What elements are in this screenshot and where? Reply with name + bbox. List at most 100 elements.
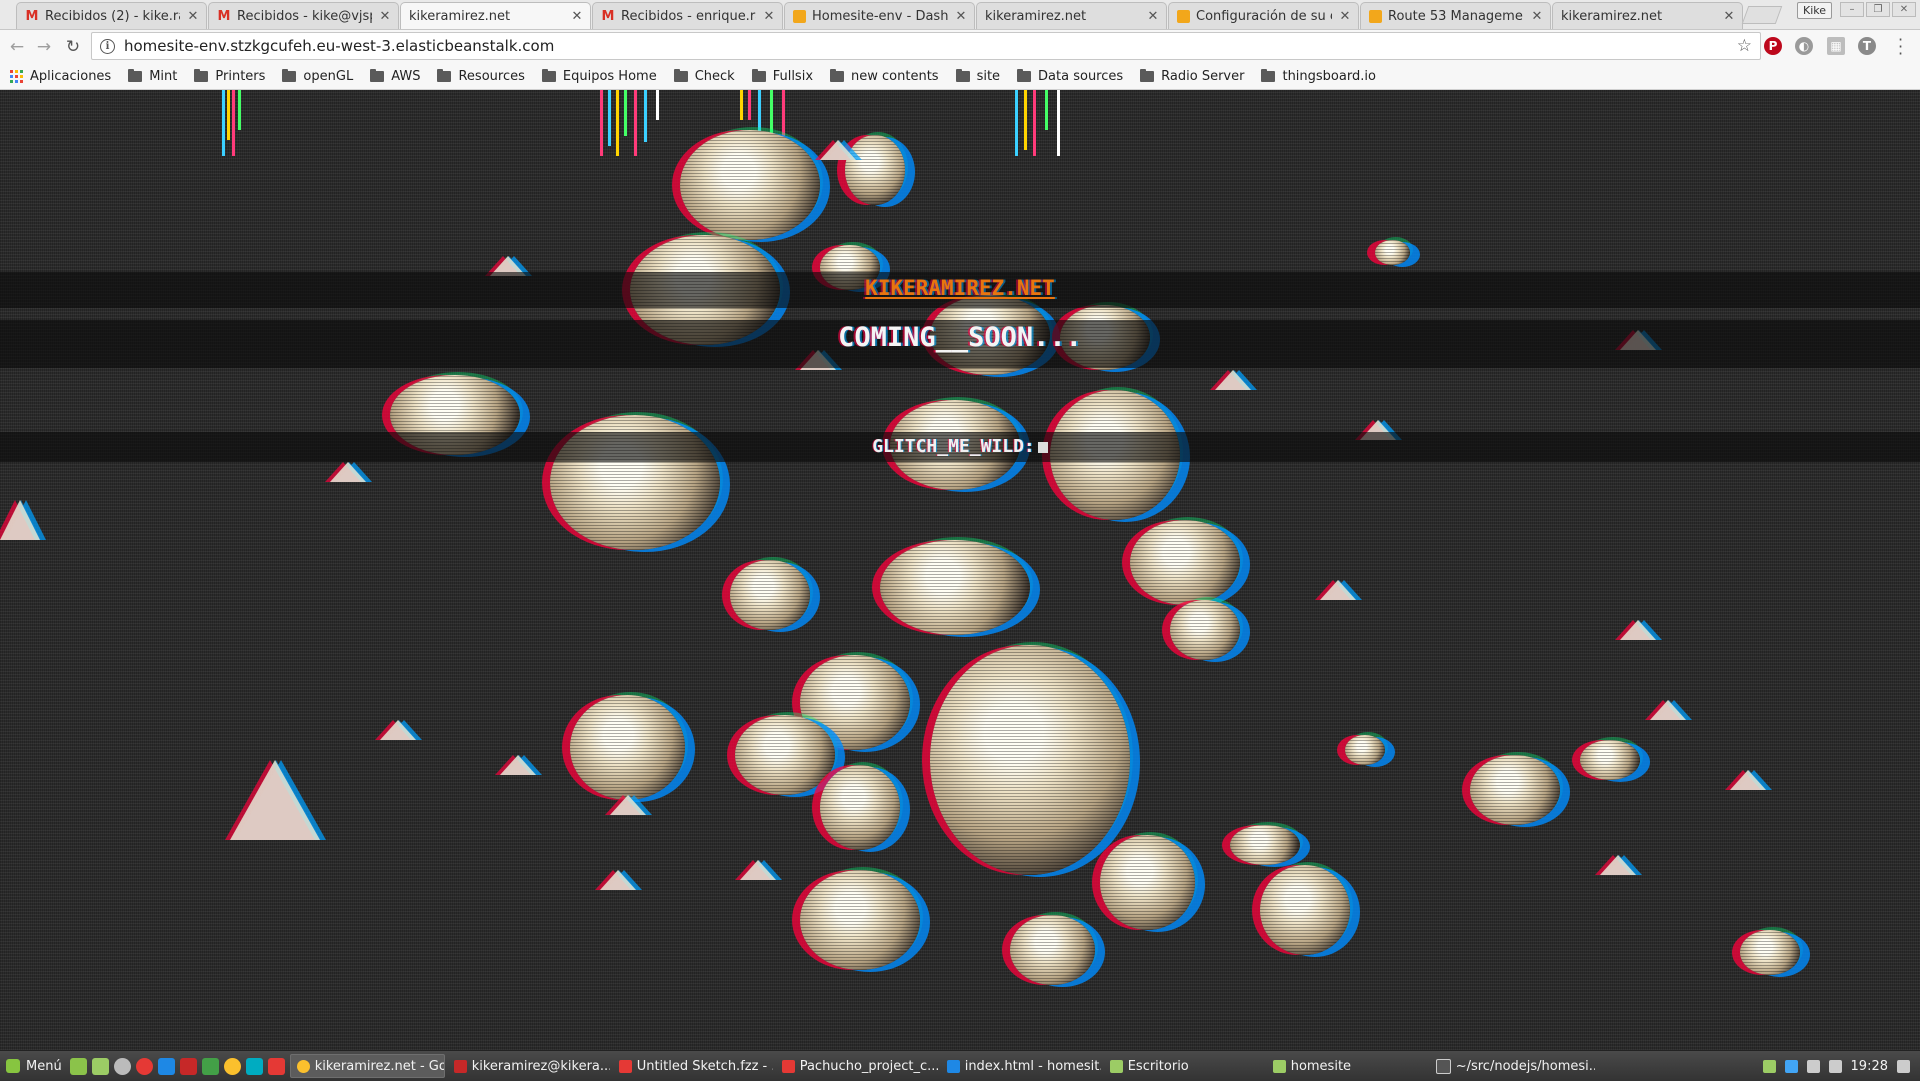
fritzing-icon[interactable] — [267, 1057, 285, 1075]
taskbar-window-label: kikeramirez.net - Go... — [314, 1058, 445, 1074]
tab-gmail-kike-ramirez[interactable]: M Recibidos (2) - kike.ramirez ✕ — [16, 2, 207, 29]
taskbar-window-homesite[interactable]: homesite — [1267, 1054, 1427, 1078]
minimize-button[interactable]: – — [1840, 2, 1864, 17]
glitch-orb — [1170, 600, 1240, 660]
shield-icon[interactable] — [1762, 1059, 1776, 1073]
volume-icon[interactable] — [1897, 1059, 1910, 1073]
glitch-orb — [735, 715, 835, 795]
site-name-link[interactable]: KIKERAMIREZ.NET — [0, 276, 1920, 300]
forward-button[interactable]: → — [33, 36, 55, 58]
mint-logo-icon — [6, 1059, 20, 1073]
tab-gmail-enrique[interactable]: M Recibidos - enrique.ramirez ✕ — [592, 2, 783, 29]
bluetooth-icon[interactable] — [1784, 1059, 1798, 1073]
bookmark-folder-fullsix[interactable]: Fullsix — [751, 69, 813, 84]
close-icon[interactable]: ✕ — [762, 9, 776, 24]
glitch-orb — [1010, 915, 1095, 985]
bookmark-folder-data-sources[interactable]: Data sources — [1017, 69, 1123, 84]
close-icon[interactable]: ✕ — [954, 9, 968, 24]
close-icon[interactable]: ✕ — [1722, 9, 1736, 24]
glitch-me-wild-line: GLITCH_ME_WILD: — [0, 436, 1920, 457]
close-icon[interactable]: ✕ — [186, 9, 200, 24]
extension-grid-icon[interactable]: ▦ — [1827, 37, 1845, 55]
taskbar-window-fritzing-sketch[interactable]: Untitled Sketch.fzz - ... — [613, 1054, 773, 1078]
glitch-shard — [1620, 620, 1656, 640]
sublime-icon[interactable] — [201, 1057, 219, 1075]
bookmarks-bar: Aplicaciones Mint Printers openGL AWS Re… — [0, 64, 1920, 90]
bookmark-folder-equipos-home[interactable]: Equipos Home — [541, 69, 657, 84]
taskbar-window-chrome[interactable]: kikeramirez.net - Go... — [289, 1054, 445, 1078]
taskbar-window-fritzing-project[interactable]: Pachucho_project_c... — [776, 1054, 938, 1078]
tab-homesite-dashboard[interactable]: Homesite-env - Dashboard ✕ — [784, 2, 975, 29]
bookmark-star-icon[interactable]: ☆ — [1737, 36, 1752, 56]
profile-button[interactable]: Kike — [1797, 2, 1833, 19]
tab-title: Configuración de su entorno — [1196, 8, 1332, 24]
close-icon[interactable]: ✕ — [570, 9, 584, 24]
url-text[interactable]: homesite-env.stzkgcufeh.eu-west-3.elasti… — [124, 37, 554, 55]
tab-configuracion-entorno[interactable]: Configuración de su entorno ✕ — [1168, 2, 1359, 29]
info-icon[interactable]: i — [100, 38, 115, 54]
terminal-red-icon[interactable] — [179, 1057, 197, 1075]
translate-extension-icon[interactable]: T — [1858, 37, 1876, 55]
new-tab-button[interactable] — [1741, 6, 1783, 24]
page-canvas: KIKERAMIREZ.NET COMING__SOON... GLITCH_M… — [0, 90, 1920, 1050]
user-icon[interactable] — [1806, 1059, 1820, 1073]
bookmark-apps[interactable]: Aplicaciones — [10, 69, 111, 84]
taskbar-window-escritorio[interactable]: Escritorio — [1104, 1054, 1264, 1078]
bookmark-label: Resources — [458, 69, 525, 84]
close-icon[interactable]: ✕ — [1338, 9, 1352, 24]
tab-title: kikeramirez.net — [409, 8, 511, 24]
bookmark-folder-radio-server[interactable]: Radio Server — [1140, 69, 1244, 84]
close-window-button[interactable]: ✕ — [1892, 2, 1916, 17]
start-menu-button[interactable]: Menú — [0, 1059, 70, 1074]
bookmark-folder-printers[interactable]: Printers — [194, 69, 265, 84]
maximize-button[interactable]: ❐ — [1866, 2, 1890, 17]
bookmark-folder-site[interactable]: site — [955, 69, 1000, 84]
bookmark-folder-new-contents[interactable]: new contents — [830, 69, 939, 84]
bookmark-folder-thingsboard[interactable]: thingsboard.io — [1261, 69, 1376, 84]
chrome-icon[interactable] — [223, 1057, 241, 1075]
taskbar-window-terminal[interactable]: kikeramirez@kikera... — [448, 1054, 610, 1078]
pinterest-extension-icon[interactable]: P — [1764, 37, 1782, 55]
tab-kikeramirez-3[interactable]: kikeramirez.net ✕ — [1552, 2, 1743, 29]
folder-icon — [955, 69, 970, 82]
bookmark-label: openGL — [303, 69, 354, 84]
tab-kikeramirez-2[interactable]: kikeramirez.net ✕ — [976, 2, 1167, 29]
vscode-icon[interactable] — [157, 1057, 175, 1075]
bookmark-folder-check[interactable]: Check — [673, 69, 735, 84]
tab-gmail-vjspain[interactable]: M Recibidos - kike@vjspain ✕ — [208, 2, 399, 29]
browser-menu-button[interactable]: · · · — [1898, 32, 1903, 62]
network-icon[interactable] — [1828, 1059, 1842, 1073]
taskbar-window-label: index.html - homesit... — [964, 1058, 1101, 1074]
close-icon[interactable]: ✕ — [378, 9, 392, 24]
taskbar-window-label: Untitled Sketch.fzz - ... — [636, 1058, 773, 1074]
address-bar[interactable]: i homesite-env.stzkgcufeh.eu-west-3.elas… — [91, 32, 1761, 60]
close-icon[interactable]: ✕ — [1146, 9, 1160, 24]
folder-icon — [437, 69, 452, 82]
glitch-orb — [1230, 825, 1300, 865]
aws-icon — [1177, 9, 1190, 23]
folder-icon — [1261, 69, 1276, 82]
extension-icon[interactable]: ◐ — [1795, 37, 1813, 55]
close-icon[interactable]: ✕ — [1530, 9, 1544, 24]
record-app-icon[interactable] — [135, 1057, 153, 1075]
bookmark-label: Check — [694, 69, 735, 84]
arduino-icon[interactable] — [245, 1057, 263, 1075]
file-manager-icon[interactable] — [91, 1057, 109, 1075]
taskbar-window-vscode[interactable]: index.html - homesit... — [941, 1054, 1101, 1078]
bookmark-label: AWS — [391, 69, 421, 84]
tab-route53[interactable]: Route 53 Management ✕ — [1360, 2, 1551, 29]
arrow-right-icon: → — [36, 37, 52, 57]
reload-button[interactable]: ↻ — [62, 36, 84, 58]
bookmark-folder-aws[interactable]: AWS — [370, 69, 420, 84]
bookmark-folder-opengl[interactable]: openGL — [282, 69, 353, 84]
taskbar-window-terminal-src[interactable]: ~/src/nodejs/homesi... — [1430, 1054, 1595, 1078]
tab-kikeramirez-active[interactable]: kikeramirez.net ✕ — [400, 2, 591, 29]
show-desktop-icon[interactable] — [69, 1057, 87, 1075]
clock-app-icon[interactable] — [113, 1057, 131, 1075]
bookmark-folder-resources[interactable]: Resources — [437, 69, 525, 84]
glitch-bars — [600, 90, 680, 156]
clock[interactable]: 19:28 — [1851, 1059, 1888, 1074]
bookmark-folder-mint[interactable]: Mint — [128, 69, 177, 84]
folder-icon — [1109, 1059, 1123, 1073]
back-button[interactable]: ← — [6, 36, 28, 58]
